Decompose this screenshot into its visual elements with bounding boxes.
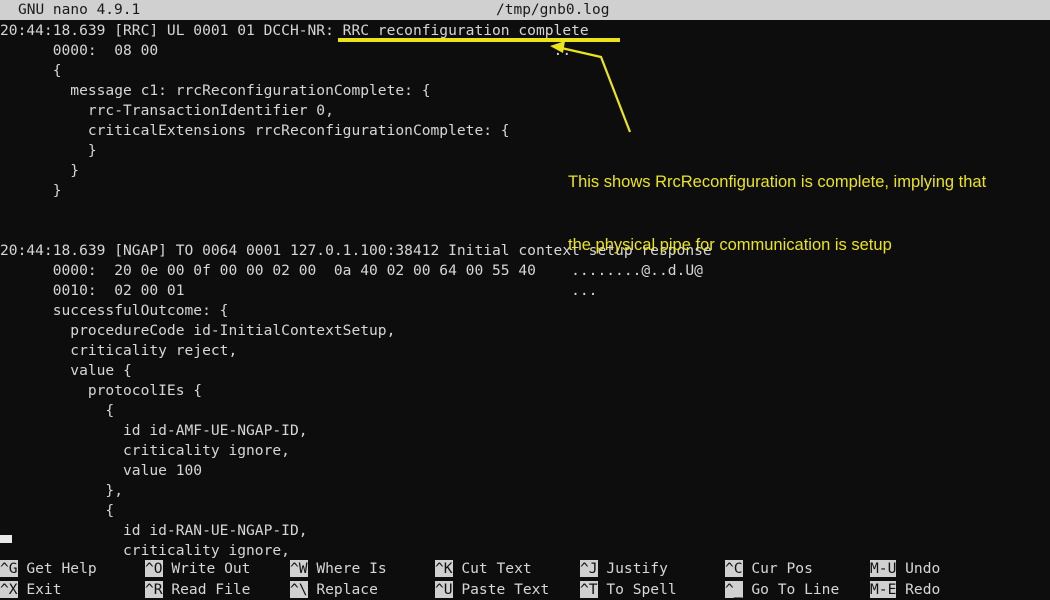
shortcut-key: ^R [145, 581, 163, 598]
shortcut-label: Write Out [162, 560, 251, 577]
editor-line: id id-AMF-UE-NGAP-ID, [0, 422, 308, 439]
shortcut-column: ^J Justify ^T To Spell [580, 558, 677, 600]
editor-line: rrc-TransactionIdentifier 0, [0, 102, 334, 119]
shortcut-column: ^C Cur Pos ^_ Go To Line [725, 558, 839, 600]
shortcut-label: Cut Text [452, 560, 532, 577]
editor-line: value 100 [0, 462, 203, 479]
shortcut-key: ^_ [725, 581, 743, 598]
titlebar-app-name: GNU nano 4.9.1 [18, 2, 141, 18]
shortcut-column: M-U Undo M-E Redo [870, 558, 940, 600]
shortcut-item[interactable]: ^\ Replace [290, 579, 387, 600]
editor-line: { [0, 502, 115, 519]
shortcut-key: ^C [725, 560, 743, 577]
shortcut-item[interactable]: ^X Exit [0, 579, 97, 600]
shortcut-item[interactable]: ^G Get Help [0, 558, 97, 579]
shortcut-column: ^O Write Out ^R Read File [145, 558, 250, 600]
editor-line: { [0, 402, 115, 419]
shortcut-column: ^G Get Help ^X Exit [0, 558, 97, 600]
annotation-caption-line-1: This shows RrcReconfiguration is complet… [568, 173, 987, 191]
editor-line: procedureCode id-InitialContextSetup, [0, 322, 396, 339]
shortcut-label: Exit [17, 581, 62, 598]
annotation-caption: This shows RrcReconfiguration is complet… [568, 130, 986, 298]
shortcut-label: To Spell [597, 581, 677, 598]
shortcut-label: Get Help [17, 560, 97, 577]
shortcut-item[interactable]: ^_ Go To Line [725, 579, 839, 600]
shortcut-key: ^W [290, 560, 308, 577]
shortcut-label: Where Is [307, 560, 387, 577]
shortcut-item[interactable]: ^C Cur Pos [725, 558, 839, 579]
editor-line: criticality ignore, [0, 442, 290, 459]
shortcut-item[interactable]: M-E Redo [870, 579, 940, 600]
shortcut-label: Undo [896, 560, 941, 577]
editor-line: criticality reject, [0, 342, 238, 359]
editor-line: }, [0, 482, 124, 499]
editor-line: id id-RAN-UE-NGAP-ID, [0, 522, 308, 539]
shortcut-key: ^O [145, 560, 163, 577]
shortcut-key: ^J [580, 560, 598, 577]
editor-line: 20:44:18.639 [RRC] UL 0001 01 DCCH-NR: R… [0, 22, 589, 39]
editor-line: 0000: 08 00 .. [0, 42, 572, 59]
shortcut-key: ^X [0, 581, 18, 598]
shortcut-key: ^\ [290, 581, 308, 598]
annotation-caption-line-2: the physical pipe for communication is s… [568, 236, 892, 254]
editor-line: protocolIEs { [0, 382, 203, 399]
shortcut-key: ^G [0, 560, 18, 577]
shortcut-item[interactable]: ^U Paste Text [435, 579, 549, 600]
shortcut-item[interactable]: M-U Undo [870, 558, 940, 579]
titlebar: GNU nano 4.9.1 /tmp/gnb0.log [0, 0, 1050, 20]
shortcut-label: Justify [597, 560, 668, 577]
shortcut-column: ^W Where Is ^\ Replace [290, 558, 387, 600]
shortcut-column: ^K Cut Text ^U Paste Text [435, 558, 549, 600]
shortcut-help-bar: ^G Get Help ^X Exit ^O Write Out ^R Read Fi… [0, 558, 1050, 600]
shortcut-label: Go To Line [742, 581, 840, 598]
shortcut-item[interactable]: ^K Cut Text [435, 558, 549, 579]
editor-line: successfulOutcome: { [0, 302, 229, 319]
shortcut-label: Replace [307, 581, 378, 598]
shortcut-label: Read File [162, 581, 251, 598]
shortcut-item[interactable]: ^W Where Is [290, 558, 387, 579]
shortcut-label: Redo [896, 581, 941, 598]
shortcut-label: Paste Text [452, 581, 550, 598]
titlebar-filename: /tmp/gnb0.log [496, 2, 610, 18]
nano-editor-window: GNU nano 4.9.1 /tmp/gnb0.log 20:44:18.63… [0, 0, 1050, 600]
shortcut-key: ^T [580, 581, 598, 598]
shortcut-item[interactable]: ^R Read File [145, 579, 250, 600]
editor-line: { [0, 62, 62, 79]
shortcut-key: ^U [435, 581, 453, 598]
shortcut-item[interactable]: ^T To Spell [580, 579, 677, 600]
shortcut-key: M-U [870, 560, 897, 577]
text-cursor [0, 535, 12, 543]
shortcut-label: Cur Pos [742, 560, 813, 577]
shortcut-item[interactable]: ^J Justify [580, 558, 677, 579]
shortcut-key: ^K [435, 560, 453, 577]
editor-line: message c1: rrcReconfigurationComplete: … [0, 82, 431, 99]
shortcut-item[interactable]: ^O Write Out [145, 558, 250, 579]
shortcut-key: M-E [870, 581, 897, 598]
editor-line: value { [0, 362, 132, 379]
